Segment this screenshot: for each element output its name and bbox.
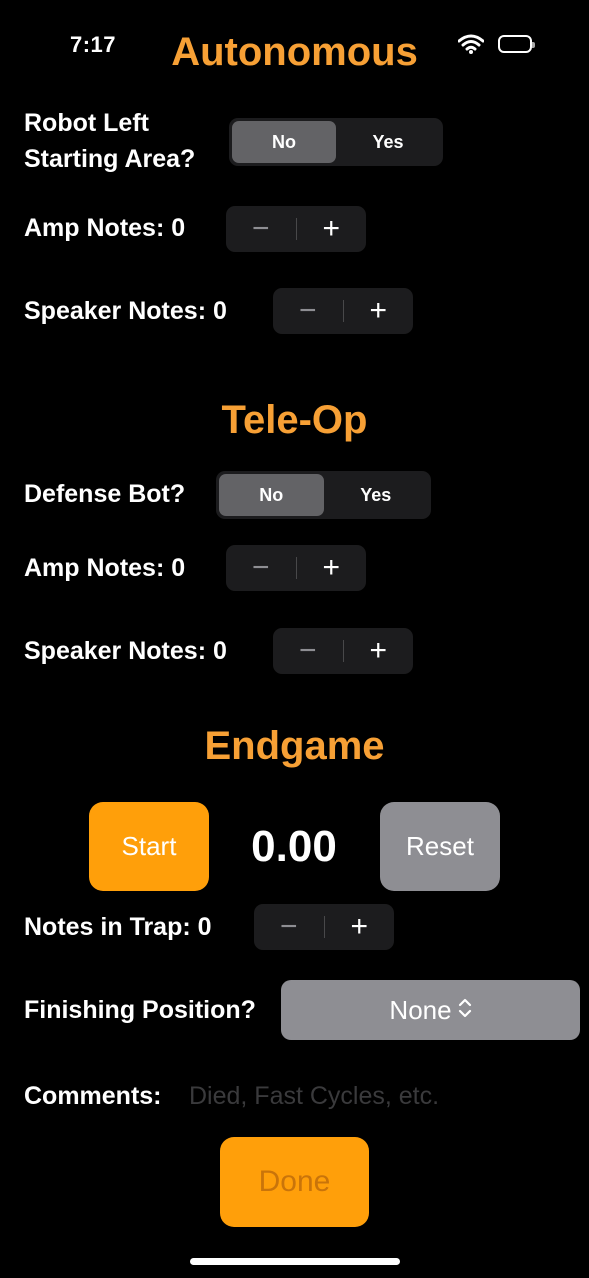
left-start-option-no[interactable]: No <box>232 121 336 163</box>
timer-display: 0.00 <box>251 822 337 871</box>
trap-decrement-button[interactable]: − <box>254 904 324 950</box>
teleop-speaker-increment-button[interactable]: + <box>344 628 414 674</box>
left-start-label-line2: Starting Area? <box>24 145 196 173</box>
defense-bot-segmented-control[interactable]: No Yes <box>216 471 431 519</box>
trap-notes-stepper[interactable]: − + <box>254 904 394 950</box>
auto-speaker-decrement-button[interactable]: − <box>273 288 343 334</box>
teleop-speaker-notes-stepper[interactable]: − + <box>273 628 413 674</box>
teleop-speaker-decrement-button[interactable]: − <box>273 628 343 674</box>
start-timer-button[interactable]: Start <box>89 802 209 891</box>
left-start-segmented-control[interactable]: No Yes <box>229 118 443 166</box>
auto-amp-increment-button[interactable]: + <box>297 206 367 252</box>
reset-timer-button[interactable]: Reset <box>380 802 500 891</box>
comments-input[interactable] <box>189 1078 569 1114</box>
auto-speaker-increment-button[interactable]: + <box>344 288 414 334</box>
trap-notes-label: Notes in Trap: 0 <box>24 913 212 941</box>
trap-increment-button[interactable]: + <box>325 904 395 950</box>
teleop-speaker-notes-label: Speaker Notes: 0 <box>24 637 227 665</box>
defense-bot-label: Defense Bot? <box>24 480 186 508</box>
comments-label: Comments: <box>24 1082 162 1110</box>
teleop-amp-increment-button[interactable]: + <box>297 545 367 591</box>
auto-speaker-notes-stepper[interactable]: − + <box>273 288 413 334</box>
left-start-option-yes[interactable]: Yes <box>336 121 440 163</box>
finishing-position-label: Finishing Position? <box>24 996 256 1024</box>
left-start-label-line1: Robot Left <box>24 109 149 137</box>
teleop-amp-decrement-button[interactable]: − <box>226 545 296 591</box>
left-start-label: Robot Left Starting Area? <box>24 105 195 177</box>
teleop-amp-notes-label: Amp Notes: 0 <box>24 554 186 582</box>
finishing-position-value: None <box>389 994 452 1025</box>
finishing-position-dropdown[interactable]: None <box>281 980 580 1040</box>
teleop-amp-notes-stepper[interactable]: − + <box>226 545 366 591</box>
autonomous-title: Autonomous <box>171 30 418 74</box>
defense-option-yes[interactable]: Yes <box>324 474 429 516</box>
auto-amp-decrement-button[interactable]: − <box>226 206 296 252</box>
endgame-title: Endgame <box>204 724 385 768</box>
auto-amp-notes-label: Amp Notes: 0 <box>24 214 186 242</box>
chevron-up-down-icon <box>458 995 472 1026</box>
auto-amp-notes-stepper[interactable]: − + <box>226 206 366 252</box>
home-indicator <box>190 1258 400 1265</box>
done-button[interactable]: Done <box>220 1137 369 1227</box>
defense-option-no[interactable]: No <box>219 474 324 516</box>
teleop-title: Tele-Op <box>221 398 368 442</box>
auto-speaker-notes-label: Speaker Notes: 0 <box>24 297 227 325</box>
